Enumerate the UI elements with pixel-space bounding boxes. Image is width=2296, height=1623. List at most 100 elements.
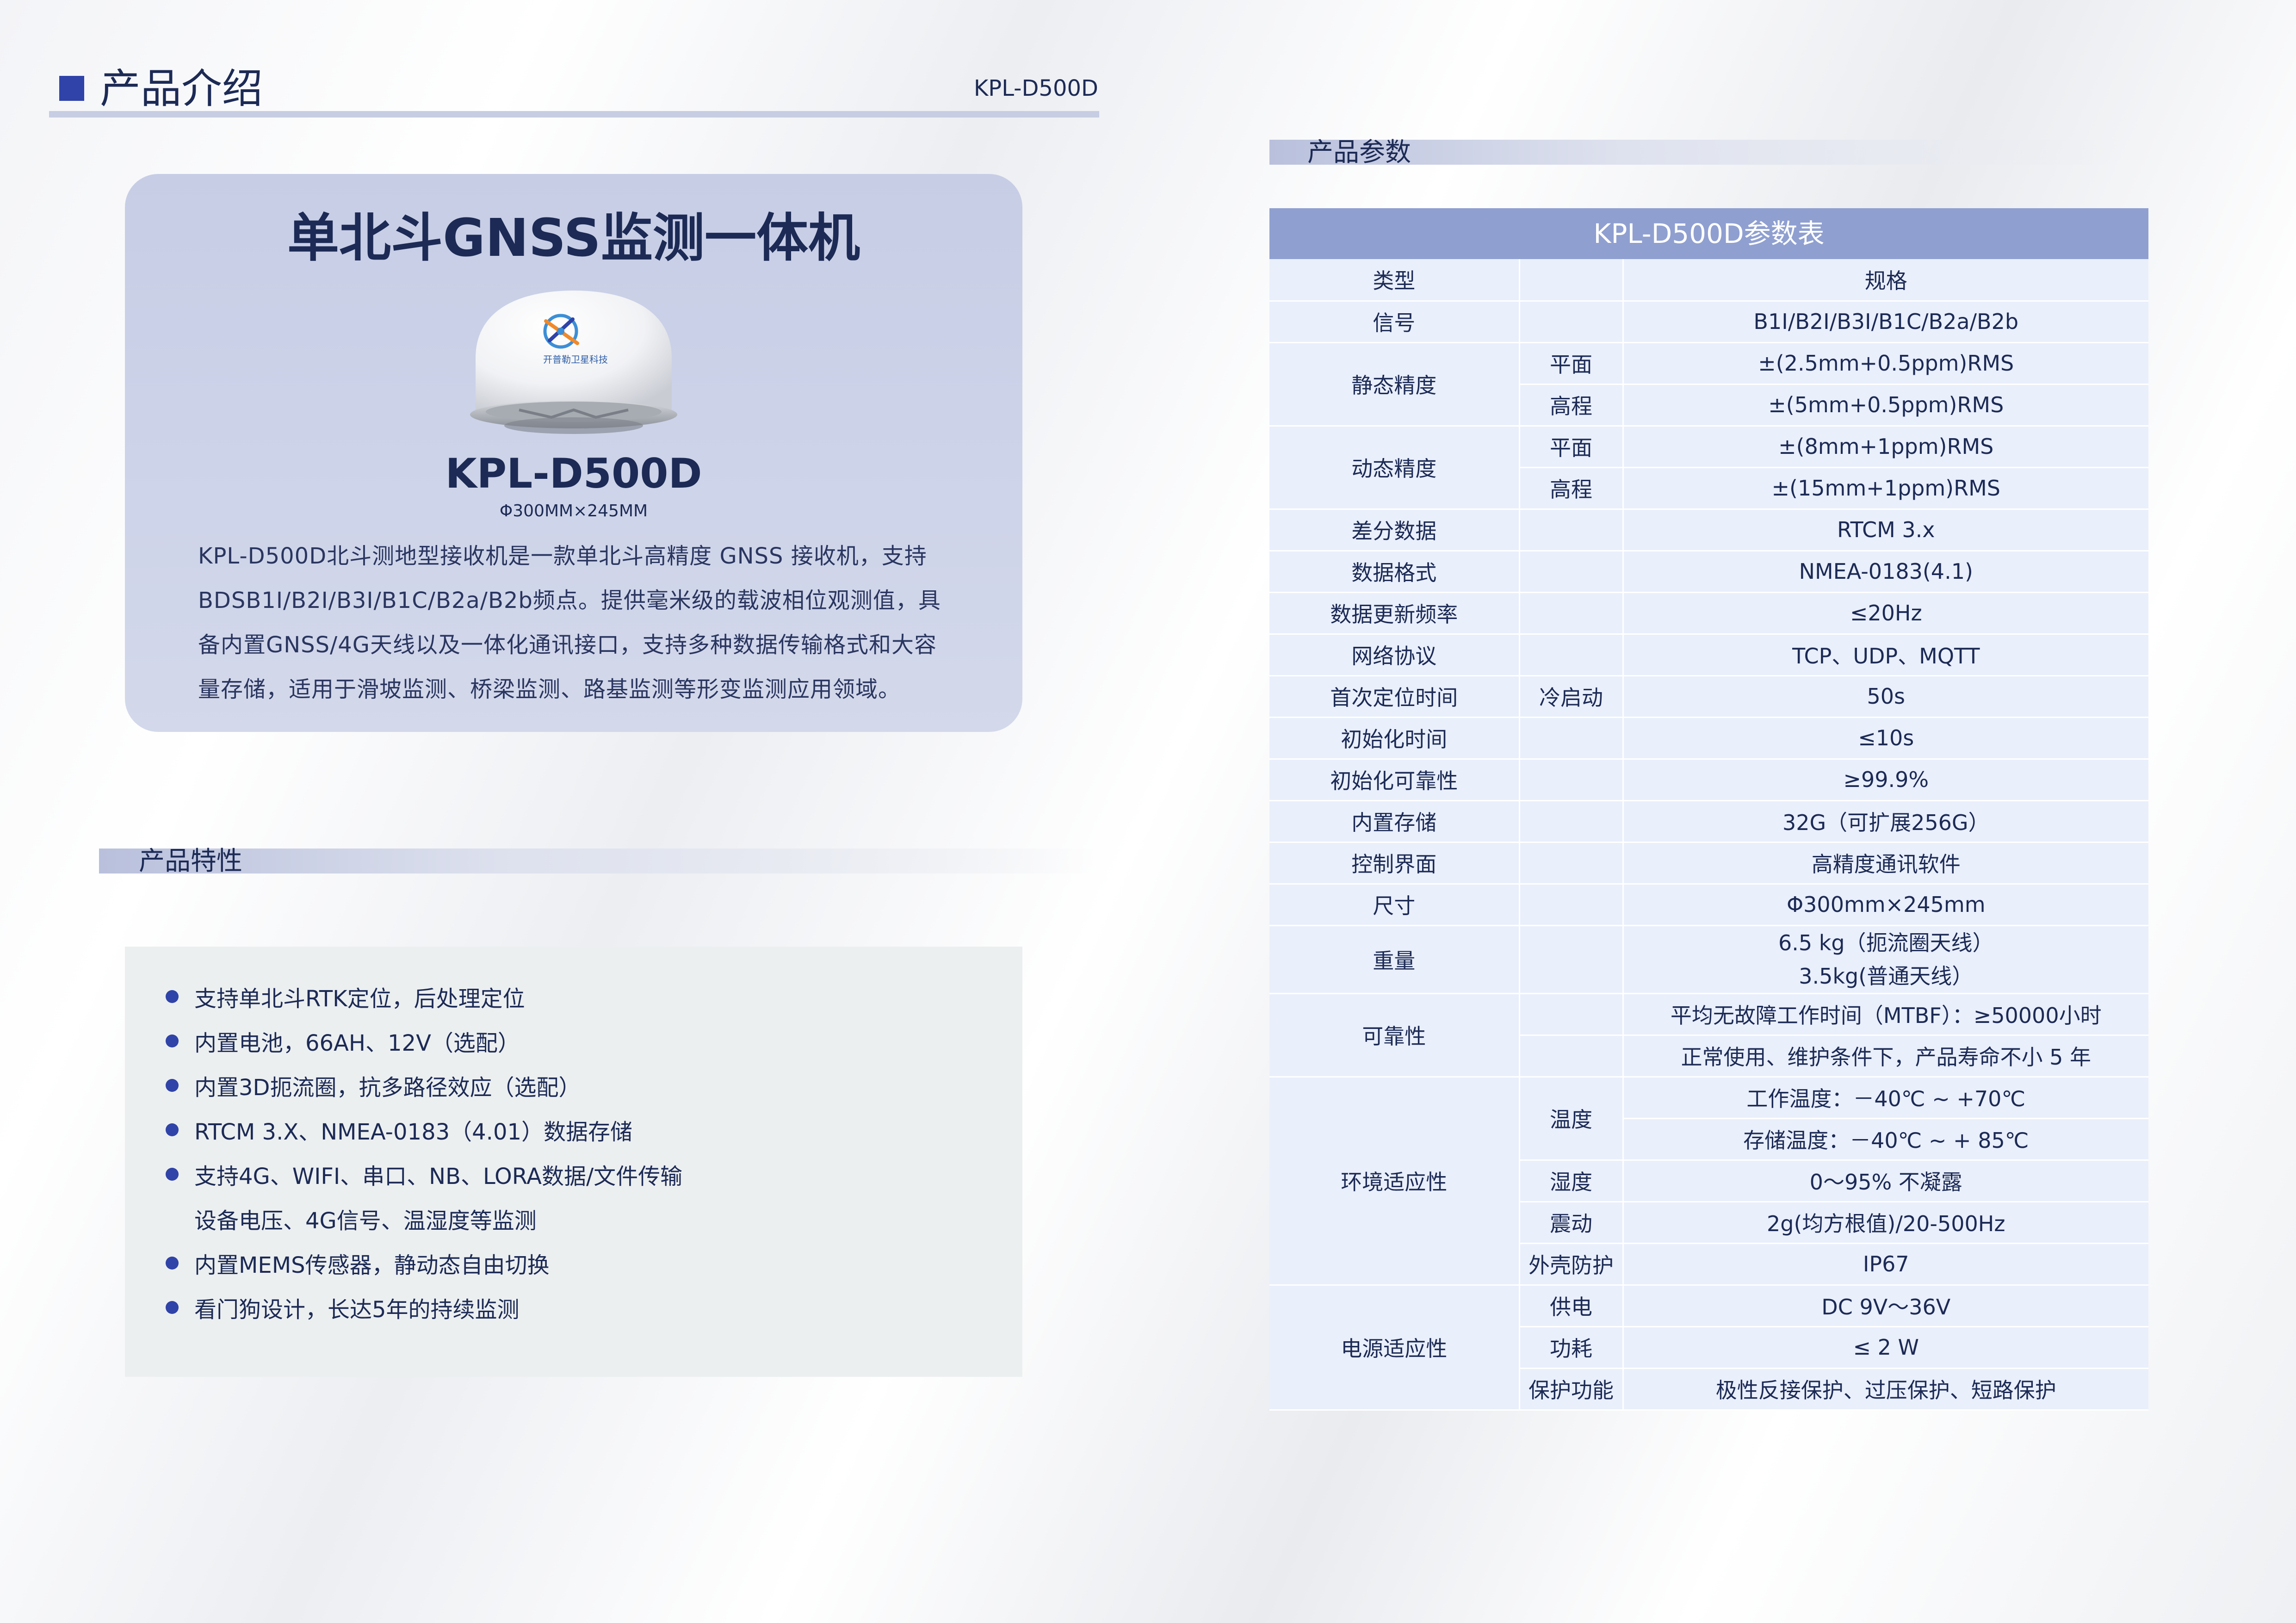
param-label: 内置存储 [1269, 800, 1520, 843]
param-value: ±(2.5mm+0.5ppm)RMS [1623, 342, 2148, 385]
params-title: 产品参数 [1307, 137, 1411, 167]
table-row: 电源适应性 供电 DC 9V～36V [1269, 1285, 2148, 1411]
table-row: 类型 规格 [1269, 259, 2148, 302]
param-sub: 平面 [1519, 426, 1624, 468]
header-model: KPL-D500D [973, 75, 1098, 101]
param-label: 网络协议 [1269, 634, 1520, 676]
table-row: 初始化可靠性 ≥99.9% [1269, 759, 2148, 801]
param-value: IP67 [1623, 1243, 2148, 1286]
table-row: 可靠性 平均无故障工作时间（MTBF）：≥50000小时 [1269, 993, 2148, 1078]
param-value: 6.5 kg（扼流圈天线） 3.5kg(普通天线） [1623, 925, 2148, 994]
feature-text: 内置3D扼流圈，抗多路径效应（选配） [194, 1075, 581, 1101]
feature-text: 内置MEMS传感器，静动态自由切换 [194, 1252, 550, 1278]
param-label: 静态精度 [1269, 342, 1520, 427]
param-value: DC 9V～36V [1623, 1285, 2148, 1327]
params-table: KPL-D500D参数表 类型 规格 信号 B1I/B2I/B3I/B1C/B2… [1269, 208, 2148, 1411]
weight-value-2: 3.5kg(普通天线） [1799, 963, 1974, 989]
param-label: 首次定位时间 [1269, 675, 1520, 718]
param-label: 初始化时间 [1269, 717, 1520, 760]
table-row: 信号 B1I/B2I/B3I/B1C/B2a/B2b [1269, 301, 2148, 343]
param-value: TCP、UDP、MQTT [1623, 634, 2148, 676]
table-row: 重量 6.5 kg（扼流圈天线） 3.5kg(普通天线） [1269, 925, 2148, 994]
param-value: ≤20Hz [1623, 592, 2148, 635]
features-title: 产品特性 [139, 846, 242, 876]
feature-text: RTCM 3.X、NMEA-0183（4.01）数据存储 [194, 1119, 633, 1145]
param-label: 尺寸 [1269, 884, 1520, 926]
feature-text: 内置电池，66AH、12V（选配） [194, 1030, 520, 1056]
param-value: Φ300mm×245mm [1623, 884, 2148, 926]
param-label: 环境适应性 [1269, 1077, 1520, 1286]
feature-text: 支持4G、WIFI、串口、NB、LORA数据/文件传输 [194, 1164, 683, 1189]
param-label: 数据格式 [1269, 551, 1520, 593]
param-sub: 震动 [1519, 1202, 1624, 1244]
dome-logo-text: 开普勒卫星科技 [543, 354, 608, 365]
param-value: 极性反接保护、过压保护、短路保护 [1623, 1368, 2148, 1411]
param-value: ≤10s [1623, 717, 2148, 760]
feature-item: RTCM 3.X、NMEA-0183（4.01）数据存储 [166, 1108, 998, 1152]
feature-item: 支持4G、WIFI、串口、NB、LORA数据/文件传输 [166, 1152, 998, 1196]
header-divider [49, 111, 1099, 118]
param-value: 平均无故障工作时间（MTBF）：≥50000小时 [1623, 993, 2148, 1036]
param-sub: 功耗 [1519, 1326, 1624, 1369]
intro-dimensions: Φ300MM×245MM [499, 502, 648, 520]
param-label: 信号 [1269, 301, 1520, 343]
feature-text: 设备电压、4G信号、温湿度等监测 [194, 1208, 537, 1234]
param-sub: 外壳防护 [1519, 1243, 1624, 1286]
params-table-title: KPL-D500D参数表 [1269, 208, 2148, 259]
bullet-icon [166, 990, 179, 1003]
bullet-icon [166, 1035, 179, 1047]
param-value: 存储温度：－40℃ ~ + 85℃ [1623, 1118, 2148, 1161]
param-sub: 温度 [1519, 1077, 1624, 1161]
page-title: 产品介绍 [100, 65, 263, 112]
param-value: NMEA-0183(4.1) [1623, 551, 2148, 593]
param-label: 数据更新频率 [1269, 592, 1520, 635]
intro-title: 单北斗GNSS监测一体机 [287, 208, 860, 268]
feature-item: 看门狗设计，长达5年的持续监测 [166, 1285, 998, 1330]
param-value: 2g(均方根值)/20-500Hz [1623, 1202, 2148, 1244]
bullet-icon [166, 1123, 179, 1136]
param-sub: 平面 [1519, 342, 1624, 385]
intro-model: KPL-D500D [445, 450, 702, 497]
param-value: RTCM 3.x [1623, 509, 2148, 551]
param-sub: 供电 [1519, 1285, 1624, 1327]
param-value: 0～95% 不凝露 [1623, 1160, 2148, 1202]
param-label: 差分数据 [1269, 509, 1520, 551]
intro-description: KPL-D500D北斗测地型接收机是一款单北斗高精度 GNSS 接收机，支持BD… [198, 543, 941, 702]
bullet-icon [166, 1257, 179, 1270]
param-value: ≤ 2 W [1623, 1326, 2148, 1369]
param-label: 电源适应性 [1269, 1285, 1520, 1411]
param-value: ≥99.9% [1623, 759, 2148, 801]
feature-text: 看门狗设计，长达5年的持续监测 [194, 1297, 520, 1323]
table-row: 网络协议 TCP、UDP、MQTT [1269, 634, 2148, 676]
param-value: ±(5mm+0.5ppm)RMS [1623, 384, 2148, 427]
table-row: 差分数据 RTCM 3.x [1269, 509, 2148, 551]
table-row: 控制界面 高精度通讯软件 [1269, 842, 2148, 885]
feature-item: 内置电池，66AH、12V（选配） [166, 1019, 998, 1063]
param-sub: 高程 [1519, 467, 1624, 510]
weight-value-1: 6.5 kg（扼流圈天线） [1778, 930, 1994, 955]
col-header-type: 类型 [1269, 259, 1520, 302]
param-value: B1I/B2I/B3I/B1C/B2a/B2b [1623, 301, 2148, 343]
feature-item: 支持单北斗RTK定位，后处理定位 [166, 974, 998, 1019]
bullet-icon [166, 1168, 179, 1181]
feature-item: 内置MEMS传感器，静动态自由切换 [166, 1241, 998, 1285]
param-value: ±(8mm+1ppm)RMS [1623, 426, 2148, 468]
feature-item: 内置3D扼流圈，抗多路径效应（选配） [166, 1063, 998, 1108]
header-square-icon [59, 76, 84, 101]
features-list: 支持单北斗RTK定位，后处理定位 内置电池，66AH、12V（选配） 内置3D扼… [166, 974, 998, 1330]
table-row: 尺寸 Φ300mm×245mm [1269, 884, 2148, 926]
param-label: 控制界面 [1269, 842, 1520, 885]
param-label: 初始化可靠性 [1269, 759, 1520, 801]
table-row: 动态精度 平面 ±(8mm+1ppm)RMS [1269, 426, 2148, 510]
table-row: 数据格式 NMEA-0183(4.1) [1269, 551, 2148, 593]
param-value: ±(15mm+1ppm)RMS [1623, 467, 2148, 510]
table-row: 内置存储 32G（可扩展256G） [1269, 800, 2148, 843]
table-row: 环境适应性 温度 工作温度：－40℃ ~ +70℃ [1269, 1077, 2148, 1286]
product-image: 开普勒卫星科技 [470, 291, 677, 434]
table-row: 静态精度 平面 ±(2.5mm+0.5ppm)RMS [1269, 342, 2148, 427]
param-sub: 高程 [1519, 384, 1624, 427]
bullet-icon [166, 1301, 179, 1314]
param-label: 动态精度 [1269, 426, 1520, 510]
param-value: 正常使用、维护条件下，产品寿命不小 5 年 [1623, 1035, 2148, 1078]
param-sub: 冷启动 [1519, 675, 1624, 718]
